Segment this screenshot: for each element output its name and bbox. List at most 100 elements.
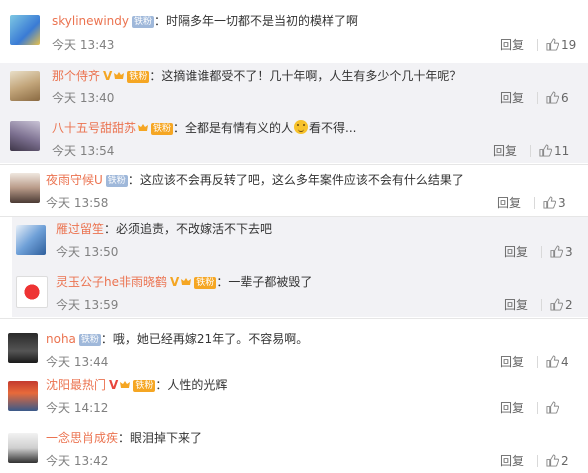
like-count: 3 (558, 196, 566, 210)
separator (537, 402, 538, 414)
separator (530, 145, 531, 157)
fan-badge: 铁粉 (151, 123, 174, 135)
comment-text: ：眼泪掉下来了 (118, 431, 203, 445)
like-button[interactable]: 2 (546, 454, 569, 468)
comment-username[interactable]: 夜雨守候U (46, 173, 103, 187)
comment-text: ：全都是有情有义的人 (173, 121, 294, 135)
thumbs-up-icon (546, 355, 560, 368)
comment-time: 今天 13:43 (52, 38, 115, 52)
comment-time: 今天 13:54 (52, 144, 115, 158)
comment-username[interactable]: 那个侍齐 (52, 69, 100, 83)
comment-username[interactable]: 八十五号甜甜苏 (52, 121, 136, 135)
comment-item: 夜雨守候U 铁粉 ：这应该不会再反转了吧，这么多年案件应该不会有什么结果了 今天 1… (0, 165, 588, 215)
reply-button[interactable]: 回复 (500, 401, 524, 415)
reply-button[interactable]: 回复 (500, 38, 524, 52)
crying-emoji-icon (294, 120, 309, 134)
reply-button[interactable]: 回复 (504, 245, 528, 259)
separator (537, 92, 538, 104)
comment-item: 雁过留笙：必须追责，不改嫁活不下去吧 今天 13:50 回复 3 (0, 217, 588, 265)
thumbs-up-icon (546, 91, 560, 104)
thumbs-up-icon (546, 401, 560, 414)
separator (541, 246, 542, 258)
thumbs-up-icon (550, 298, 564, 311)
like-count: 2 (561, 454, 569, 468)
comment-username[interactable]: noha (46, 332, 76, 346)
verified-v-icon: V (103, 69, 113, 83)
like-button[interactable]: 6 (546, 91, 569, 105)
comment-item: 灵玉公子he非雨晓鹤 V 铁粉 ：一辈子都被毁了 今天 13:59 回复 2 (0, 266, 588, 316)
comment-username[interactable]: skylinewindy (52, 14, 129, 28)
crown-icon (138, 124, 149, 131)
avatar[interactable] (10, 173, 40, 203)
like-count: 2 (565, 298, 573, 312)
avatar[interactable] (10, 71, 40, 101)
comment-feed: skylinewindy 铁粉 ：时隔多年一切都不是当初的模样了啊 今天 13:43… (0, 0, 588, 473)
avatar[interactable] (8, 333, 38, 363)
verified-v-icon: V (170, 275, 180, 289)
fan-badge: 铁粉 (127, 71, 150, 83)
reply-button[interactable]: 回复 (500, 91, 524, 105)
separator (537, 39, 538, 51)
like-button[interactable]: 4 (546, 355, 569, 369)
crown-icon (181, 278, 192, 285)
comment-username[interactable]: 灵玉公子he非雨晓鹤 (56, 275, 167, 289)
reply-button[interactable]: 回复 (497, 196, 521, 210)
reply-button[interactable]: 回复 (500, 454, 524, 468)
fan-badge: 铁粉 (105, 175, 128, 187)
like-button[interactable]: 19 (546, 38, 576, 52)
like-button[interactable]: 3 (550, 245, 573, 259)
like-button[interactable]: 3 (543, 196, 566, 210)
fan-badge: 铁粉 (132, 16, 155, 28)
comment-text: ：时隔多年一切都不是当初的模样了啊 (154, 14, 359, 28)
comment-item: 一念思肖成疾：眼泪掉下来了 今天 13:42 回复 2 (0, 421, 588, 473)
avatar[interactable] (10, 15, 40, 45)
thumbs-up-icon (546, 454, 560, 467)
comment-item: noha 铁粉 ：哦，她已经再嫁21年了。不容易啊。 今天 13:44 回复 4 (0, 319, 588, 371)
comment-text: ：这应该不会再反转了吧，这么多年案件应该不会有什么结果了 (127, 173, 464, 187)
comment-item: 那个侍齐 V 铁粉 ：这摘谁谁都受不了！几十年啊，人生有多少个几十年呢？ 今天 13:… (0, 63, 588, 113)
comment-item: 八十五号甜甜苏 铁粉 ：全都是有情有义的人 看不得... 今天 13:54 回复 11 (0, 113, 588, 163)
thumbs-up-icon (550, 245, 564, 258)
like-count: 19 (561, 38, 577, 52)
reply-button[interactable]: 回复 (493, 144, 517, 158)
like-count: 4 (561, 355, 569, 369)
separator (537, 455, 538, 467)
comment-text: ：哦，她已经再嫁21年了。不容易啊。 (100, 332, 309, 346)
verified-v-icon: V (109, 378, 119, 392)
comment-username[interactable]: 雁过留笙 (56, 222, 104, 236)
avatar[interactable] (16, 225, 46, 255)
comment-item: skylinewindy 铁粉 ：时隔多年一切都不是当初的模样了啊 今天 13:43… (0, 0, 588, 62)
comment-text-after: 看不得... (309, 121, 357, 135)
avatar[interactable] (16, 276, 48, 308)
comment-time: 今天 13:40 (52, 91, 115, 105)
comment-text: ：一辈子都被毁了 (216, 275, 313, 289)
comment-text: ：人性的光辉 (155, 378, 228, 392)
comment-time: 今天 13:58 (46, 196, 109, 210)
separator (534, 197, 535, 209)
fan-badge: 铁粉 (194, 277, 217, 289)
comment-username[interactable]: 一念思肖成疾 (46, 431, 118, 445)
fan-badge: 铁粉 (133, 380, 156, 392)
like-count: 11 (554, 144, 570, 158)
separator (541, 299, 542, 311)
avatar[interactable] (10, 121, 40, 151)
like-button[interactable]: 11 (539, 144, 569, 158)
comment-item: 沈阳最热门 V 铁粉 ：人性的光辉 今天 14:12 回复 (0, 371, 588, 421)
crown-icon (114, 72, 125, 79)
comment-time: 今天 13:59 (56, 298, 119, 312)
comment-time: 今天 13:44 (46, 355, 109, 369)
fan-badge: 铁粉 (78, 334, 101, 346)
thumbs-up-icon (539, 144, 553, 157)
separator (537, 356, 538, 368)
reply-button[interactable]: 回复 (500, 355, 524, 369)
comment-time: 今天 14:12 (46, 401, 109, 415)
like-button[interactable] (546, 401, 561, 415)
avatar[interactable] (8, 381, 38, 411)
crown-icon (120, 381, 131, 388)
avatar[interactable] (8, 433, 38, 463)
comment-time: 今天 13:50 (56, 245, 119, 259)
comment-username[interactable]: 沈阳最热门 (46, 378, 106, 392)
reply-button[interactable]: 回复 (504, 298, 528, 312)
like-button[interactable]: 2 (550, 298, 573, 312)
comment-text: ：这摘谁谁都受不了！几十年啊，人生有多少个几十年呢？ (149, 69, 462, 83)
